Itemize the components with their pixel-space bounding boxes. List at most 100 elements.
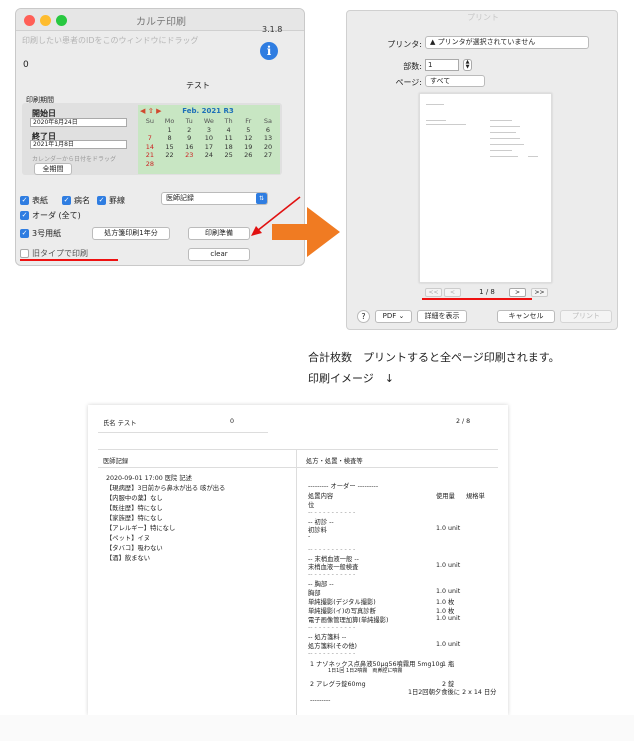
calendar-day[interactable]: 17 [199,143,219,152]
calendar-day[interactable]: 22 [160,151,180,160]
calendar-day[interactable] [140,126,160,135]
page-number: 2 / 8 [456,418,471,425]
pages-select[interactable]: すべて [425,75,485,87]
no3-paper-checkbox[interactable]: ✓ [20,229,29,238]
calendar-nav-arrows[interactable]: ◀ ⇧ ▶ [140,107,162,115]
calendar-day[interactable]: 19 [238,143,258,152]
old-type-checkbox[interactable] [20,249,29,258]
item-name: 初診料 [308,527,327,534]
preview-line [490,138,520,139]
calendar-day[interactable]: 7 [140,134,160,143]
dash-divider: -- - - - - - - - - - - [308,650,356,657]
calendar-day[interactable]: 6 [258,126,278,135]
left-header: 医師記録 [103,458,129,465]
calendar-grid[interactable]: Su Mo Tu We Th Fr Sa 1 2 3 4 5 6 7 8 9 1… [140,117,278,168]
help-button[interactable]: ? [357,310,370,323]
calendar-day[interactable]: 13 [258,134,278,143]
printer-label: プリンタ: [387,40,422,49]
calendar-day[interactable]: 15 [160,143,180,152]
calendar-month: Feb. 2021 R3 [182,107,234,115]
right-header: 処方・処置・検査等 [306,458,363,465]
patient-name-line: 氏名 テスト [103,420,137,427]
end-date-field[interactable]: 2021年1月8日 [30,140,127,149]
weekday-cell: Tu [185,117,193,125]
rx-year-print-button[interactable]: 処方箋印刷1年分 [92,227,170,240]
calendar-day[interactable]: 4 [219,126,239,135]
start-date-field[interactable]: 2020年8月24日 [30,118,127,127]
calendar-day[interactable]: 2 [179,126,199,135]
rx-name: 2 アレグラ錠60mg [310,681,366,688]
item-name: 単純撮影(デジタル撮影) [308,599,376,606]
column-divider [296,449,297,715]
item-name: - [308,533,311,540]
cover-checkbox[interactable]: ✓ [20,196,29,205]
weekday-cell: Sa [263,117,273,125]
page-counter: 1 / 8 [479,288,495,296]
calendar-day[interactable]: 27 [258,151,278,160]
item-qty: 1.0 unit [436,641,461,648]
section-title: -- 胸部 -- [308,581,334,588]
item-qty: 1.0 枚 [436,608,455,615]
ruled-lines-checkbox[interactable]: ✓ [97,196,106,205]
item-qty: 1.0 unit [436,615,461,622]
record-line: 【家族歴】特になし [106,515,163,522]
calendar-day[interactable]: 20 [258,143,278,152]
next-page-button[interactable]: > [509,288,526,297]
copies-input[interactable]: 1 [425,59,459,71]
printer-select[interactable]: ▲ プリンタが選択されていません [425,36,589,49]
info-icon[interactable]: i [260,42,278,60]
old-type-label: 旧タイプで印刷 [32,249,88,258]
patient-number: 0 [230,418,235,425]
disease-checkbox[interactable]: ✓ [62,196,71,205]
all-period-button[interactable]: 全期間 [34,163,72,175]
order-all-checkbox[interactable]: ✓ [20,211,29,220]
calendar-day[interactable]: 26 [238,151,258,160]
record-line: 【内服中の薬】なし [106,495,163,502]
calendar[interactable]: ◀ ⇧ ▶ Feb. 2021 R3 Su Mo Tu We Th Fr Sa … [138,105,280,174]
calendar-day[interactable]: 1 [160,126,180,135]
drag-hint: 印刷したい患者のIDをこのウィンドウにドラッグ [22,36,199,45]
cover-label: 表紙 [32,196,48,205]
rx-usage: 1日2回朝夕食後に 2 x 14 日分 [408,689,497,696]
section-title: -- 処方箋料 -- [308,634,347,641]
preview-line [426,120,446,121]
record-line: 【タバコ】吸わない [106,545,163,552]
calendar-day[interactable]: 25 [219,151,239,160]
calendar-day[interactable]: 24 [199,151,219,160]
calendar-day[interactable]: 12 [238,134,258,143]
calendar-day[interactable]: 8 [160,134,180,143]
clear-button[interactable]: clear [188,248,250,261]
preview-line [490,150,512,151]
calendar-day[interactable]: 18 [219,143,239,152]
first-page-button[interactable]: << [425,288,442,297]
calendar-day[interactable]: 23 [179,151,199,160]
calendar-day[interactable]: 5 [238,126,258,135]
last-page-button[interactable]: >> [531,288,548,297]
copies-stepper[interactable]: ▲ ▼ [463,59,472,71]
print-prep-button[interactable]: 印刷準備 [188,227,250,240]
disease-label: 病名 [74,196,90,205]
pdf-menu-button[interactable]: PDF ⌄ [375,310,412,323]
prev-page-button[interactable]: < [444,288,461,297]
divider [98,432,268,433]
item-name: 単純撮影(イ)の写真診断 [308,608,376,615]
record-line: 【既往歴】特になし [106,505,163,512]
order-title: --------- オーダー --------- [308,483,379,490]
calendar-day[interactable]: 16 [179,143,199,152]
calendar-week-row: 28 [140,160,278,169]
calendar-day[interactable]: 9 [179,134,199,143]
dash-divider: -- - - - - - - - - - - [308,571,356,578]
show-details-button[interactable]: 詳細を表示 [417,310,467,323]
calendar-day[interactable]: 10 [199,134,219,143]
record-line: 【アレルギー】特になし [106,525,176,532]
calendar-day[interactable]: 3 [199,126,219,135]
print-button[interactable]: プリント [560,310,612,323]
preview-line [490,132,516,133]
calendar-day[interactable]: 11 [219,134,239,143]
calendar-day[interactable]: 28 [140,160,160,169]
weekday-cell: We [203,117,214,125]
note-print-image: 印刷イメージ ↓ [308,372,394,385]
calendar-day[interactable]: 14 [140,143,160,152]
cancel-button[interactable]: キャンセル [497,310,555,323]
calendar-day[interactable]: 21 [140,151,160,160]
